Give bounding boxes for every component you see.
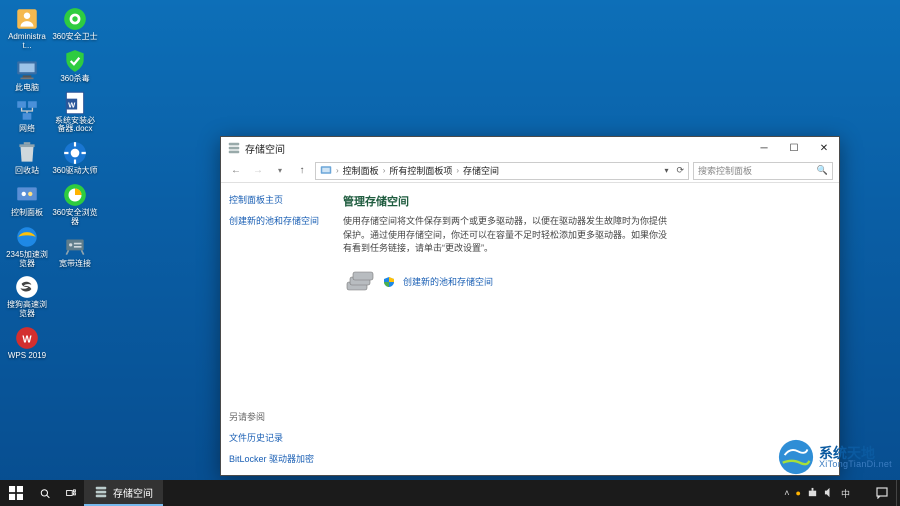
desktop-icon-sogou[interactable]: 搜狗高速浏览器 [4, 272, 50, 321]
taskbar-app-storage-spaces[interactable]: 存储空间 [84, 480, 163, 506]
sidebar: 控制面板主页 创建新的池和存储空间 另请参阅 文件历史记录 BitLocker … [221, 183, 329, 475]
desktop-icon-label: 360安全卫士 [52, 33, 97, 42]
desktop-icon-360safe[interactable]: 360安全卫士 [52, 4, 98, 44]
desktop-icon-docx[interactable]: W 系统安装必备器.docx [52, 88, 98, 137]
tray-ime-icon[interactable]: 中 [841, 487, 850, 500]
desktop-icon-360drv[interactable]: 360驱动大师 [52, 138, 98, 178]
control-panel-icon [320, 164, 332, 178]
360browser-icon [62, 182, 88, 208]
desktop-icon-control[interactable]: 控制面板 [4, 180, 50, 220]
content-description: 使用存储空间将文件保存到两个或更多驱动器，以便在驱动器发生故障时为你提供保护。通… [343, 215, 673, 256]
360safe-icon [62, 6, 88, 32]
taskbar-search-icon[interactable] [32, 480, 58, 506]
breadcrumb-mid[interactable]: 所有控制面板项 [389, 164, 452, 177]
recycle-icon [14, 140, 40, 166]
taskbar: 存储空间 ˄ ● 中 [0, 480, 900, 506]
refresh-icon[interactable]: ⟳ [676, 165, 684, 176]
create-pool-link[interactable]: 创建新的池和存储空间 [403, 275, 493, 288]
user-icon [14, 6, 40, 32]
breadcrumb-leaf[interactable]: 存储空间 [463, 164, 499, 177]
content-heading: 管理存储空间 [343, 193, 825, 209]
desktop-icon-label: 360安全浏览器 [52, 209, 98, 227]
desktop-icon-label: Administrat... [4, 33, 50, 51]
network-icon [14, 98, 40, 124]
desktop-icon-label: 360驱动大师 [52, 167, 97, 176]
sidebar-create-pool-link[interactable]: 创建新的池和存储空间 [229, 214, 321, 227]
maximize-button[interactable]: ☐ [779, 137, 809, 159]
address-dropdown-icon[interactable]: ▾ [664, 166, 668, 175]
window-title: 存储空间 [245, 141, 749, 156]
desktop-icon-label: 此电脑 [15, 84, 39, 93]
search-placeholder: 搜索控制面板 [698, 164, 752, 177]
desktop-icon-network[interactable]: 网络 [4, 96, 50, 136]
desktop-icon-label: 360杀毒 [60, 75, 89, 84]
desktop-icon-ie[interactable]: 2345加速浏览器 [4, 222, 50, 271]
dialup-icon [62, 233, 88, 259]
desktop-icon-360browser[interactable]: 360安全浏览器 [52, 180, 98, 229]
storage-icon [227, 141, 241, 155]
up-button[interactable]: ↑ [293, 162, 311, 180]
control-panel-home-link[interactable]: 控制面板主页 [229, 193, 321, 206]
desktop-icon-pc[interactable]: 此电脑 [4, 55, 50, 95]
start-button[interactable] [0, 480, 32, 506]
desktop-icon-label: WPS 2019 [8, 352, 46, 361]
task-view-icon[interactable] [58, 480, 84, 506]
titlebar[interactable]: 存储空间 ─ ☐ ✕ [221, 137, 839, 159]
desktop-icon-label: 控制面板 [11, 209, 43, 218]
tray-360-icon[interactable]: ● [796, 488, 801, 498]
desktop-icons: Administrat... 此电脑网络回收站控制面板 2345加速浏览器搜狗高速浏… [4, 4, 98, 363]
see-also-heading: 另请参阅 [229, 410, 321, 423]
show-desktop-button[interactable] [896, 480, 900, 506]
system-tray[interactable]: ˄ ● 中 [778, 487, 856, 500]
desktop: Administrat...此电脑网络回收站控制面板2345加速浏览器搜狗高速浏… [0, 0, 900, 506]
sogou-icon [14, 274, 40, 300]
uac-shield-icon [383, 276, 395, 288]
tray-network-icon[interactable] [807, 487, 818, 500]
360drv-icon [62, 140, 88, 166]
tray-volume-icon[interactable] [824, 487, 835, 500]
file-history-link[interactable]: 文件历史记录 [229, 431, 321, 444]
close-button[interactable]: ✕ [809, 137, 839, 159]
wps-icon: W [14, 325, 40, 351]
search-input[interactable]: 搜索控制面板 🔍 [693, 162, 833, 180]
bitlocker-link[interactable]: BitLocker 驱动器加密 [229, 452, 321, 465]
pc-icon [14, 57, 40, 83]
breadcrumb-root[interactable]: 控制面板 [343, 164, 379, 177]
watermark: 系统天地 XiTongTianDi.net [777, 438, 892, 476]
watermark-globe-icon [777, 438, 815, 476]
desktop-icon-360av[interactable]: 360杀毒 [52, 46, 98, 86]
watermark-brand: 系统天地 [819, 446, 892, 460]
desktop-icon-recycle[interactable]: 回收站 [4, 138, 50, 178]
navbar: ← → ▾ ↑ › 控制面板 › 所有控制面板项 › 存储空间 ▾ ⟳ 搜索控制… [221, 159, 839, 183]
svg-text:W: W [22, 334, 32, 345]
action-center-icon[interactable] [868, 480, 896, 506]
desktop-icon-user[interactable]: Administrat... [4, 4, 50, 53]
desktop-icon-label: 宽带连接 [59, 260, 91, 269]
create-pool-action[interactable]: 创建新的池和存储空间 [343, 268, 825, 296]
desktop-icon-label: 搜狗高速浏览器 [4, 301, 50, 319]
watermark-url: XiTongTianDi.net [819, 460, 892, 469]
drives-stack-icon [343, 268, 375, 296]
desktop-icon-wps[interactable]: W WPS 2019 [4, 323, 50, 363]
svg-text:W: W [68, 100, 76, 109]
desktop-icon-label: 回收站 [15, 167, 39, 176]
desktop-icon-dialup[interactable]: 宽带连接 [52, 231, 98, 271]
search-icon: 🔍 [817, 165, 828, 176]
storage-spaces-window: 存储空间 ─ ☐ ✕ ← → ▾ ↑ › 控制面板 › 所有控制面板项 › 存储… [220, 136, 840, 476]
docx-icon: W [62, 90, 88, 116]
taskbar-app-label: 存储空间 [113, 485, 153, 500]
ie-icon [14, 224, 40, 250]
minimize-button[interactable]: ─ [749, 137, 779, 159]
forward-button[interactable]: → [249, 162, 267, 180]
content-pane: 管理存储空间 使用存储空间将文件保存到两个或更多驱动器，以便在驱动器发生故障时为… [329, 183, 839, 475]
address-bar[interactable]: › 控制面板 › 所有控制面板项 › 存储空间 ▾ ⟳ [315, 162, 689, 180]
control-icon [14, 182, 40, 208]
tray-chevron-up-icon[interactable]: ˄ [784, 488, 789, 498]
desktop-icon-label: 网络 [19, 125, 35, 134]
desktop-icon-label: 系统安装必备器.docx [52, 117, 98, 135]
desktop-icon-label: 2345加速浏览器 [4, 251, 50, 269]
360av-icon [62, 48, 88, 74]
recent-dropdown[interactable]: ▾ [271, 162, 289, 180]
back-button[interactable]: ← [227, 162, 245, 180]
